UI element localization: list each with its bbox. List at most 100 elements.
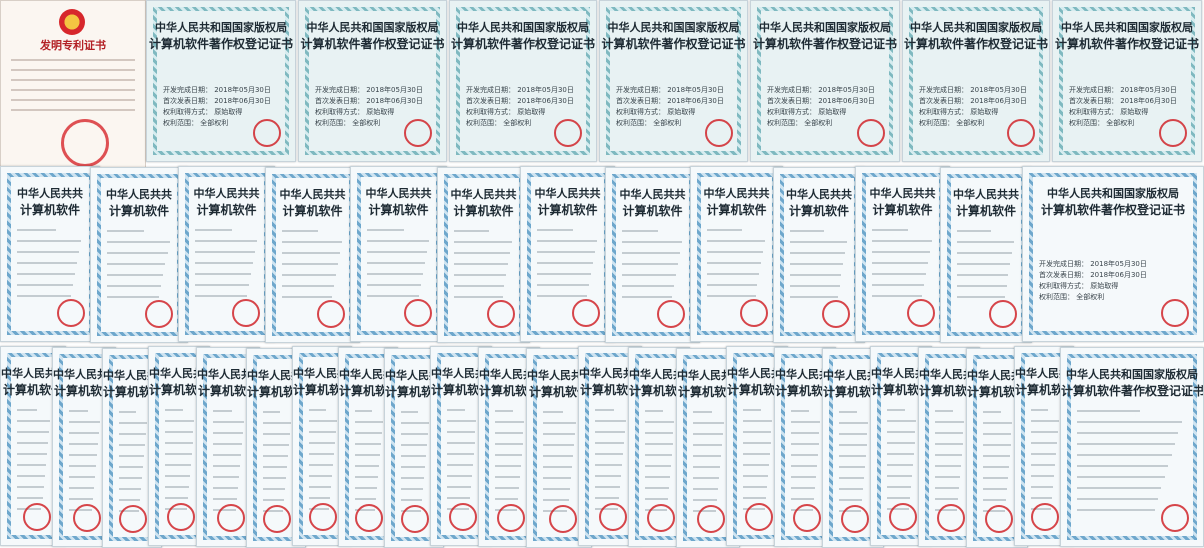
certificate-field: 权利范围： 全部权利	[315, 119, 381, 128]
copyright-certificate: 中华人民共共计算机软件	[690, 166, 783, 342]
certificate-issuer: 中华人民共和国国家版权局	[457, 21, 589, 34]
copyright-certificate: 中华人民共和国国家版权局 计算机软件著作权登记证书 开发完成日期： 2018年05月…	[750, 0, 900, 162]
copyright-certificate: 中华人民共和国国家版权局 计算机软件著作权登记证书开发完成日期： 2018年05月…	[298, 0, 447, 162]
red-seal-icon	[73, 504, 101, 532]
certificate-title: 计算机软件	[788, 204, 849, 218]
copyright-certificate: 中华人民共共计算机软件	[178, 166, 275, 342]
red-seal-icon	[889, 503, 917, 531]
certificate-field: 权利范围： 全部权利	[919, 119, 985, 128]
red-seal-icon	[985, 505, 1013, 533]
certificate-issuer: 中华人民共共	[869, 187, 936, 200]
certificate-field: 首次发表日期： 2018年06月30日	[315, 97, 423, 106]
certificate-field: 开发完成日期： 2018年05月30日	[315, 86, 423, 95]
certificate-field: 权利取得方式： 原始取得	[1039, 281, 1119, 290]
certificate-field: 权利取得方式： 原始取得	[163, 108, 243, 117]
certificate-field: 开发完成日期： 2018年05月30日	[767, 86, 875, 95]
certificate-issuer: 中华人民共和国国家版权局	[1047, 187, 1179, 200]
red-seal-icon	[1159, 119, 1187, 147]
certificate-title: 计算机软件著作权登记证书	[1040, 203, 1185, 217]
certificate-field: 权利范围： 全部权利	[163, 119, 229, 128]
certificate-field: 开发完成日期： 2018年05月30日	[1039, 259, 1147, 268]
certificate-field: 开发完成日期： 2018年05月30日	[163, 86, 271, 95]
red-seal-icon	[554, 119, 582, 147]
patent-title: 发明专利证书	[40, 39, 106, 52]
red-seal-icon	[309, 503, 337, 531]
red-seal-icon	[857, 119, 885, 147]
copyright-certificate: 中华人民共共计算机软件	[773, 167, 865, 343]
copyright-certificate: 中华人民共和国国家版权局 计算机软件著作权登记证书 开发完成日期： 2018年05月…	[1052, 0, 1202, 162]
certificate-title: 计算机软件	[955, 204, 1016, 218]
red-seal-icon	[697, 505, 725, 533]
red-seal-icon	[599, 503, 627, 531]
red-seal-icon	[401, 505, 429, 533]
certificate-field: 开发完成日期： 2018年05月30日	[919, 86, 1027, 95]
certificate-field: 首次发表日期： 2018年06月30日	[1039, 270, 1147, 279]
copyright-certificate: 中华人民共和国国家版权局 计算机软件著作权登记证书开发完成日期： 2018年05月…	[599, 0, 748, 162]
red-seal-icon	[263, 505, 291, 533]
red-seal-icon	[549, 505, 577, 533]
certificate-issuer: 中华人民共共	[534, 187, 601, 200]
red-seal-icon	[23, 503, 51, 531]
red-seal-icon	[57, 299, 85, 327]
certificate-field: 首次发表日期： 2018年06月30日	[466, 97, 574, 106]
red-seal-icon	[937, 504, 965, 532]
certificate-title: 计算机软件著作权登记证书	[450, 37, 595, 51]
national-emblem-icon	[59, 9, 85, 35]
certificate-field: 权利范围： 全部权利	[1069, 119, 1135, 128]
copyright-certificate: 中华人民共共计算机软件	[265, 167, 360, 343]
certificate-issuer: 中华人民共和国国家版权局	[306, 21, 439, 34]
red-seal-icon	[841, 505, 869, 533]
certificate-title: 计算机软件著作权登记证书	[1061, 384, 1204, 398]
certificate-title: 计算机软件	[196, 203, 257, 217]
red-seal-icon	[404, 119, 432, 147]
red-seal-icon	[449, 503, 477, 531]
certificate-title: 计算机软件著作权登记证书	[903, 37, 1048, 51]
certificate-field: 首次发表日期： 2018年06月30日	[767, 97, 875, 106]
certificate-field: 开发完成日期： 2018年05月30日	[1069, 86, 1177, 95]
copyright-certificate: 中华人民共共计算机软件	[520, 166, 615, 342]
certificate-issuer: 中华人民共共	[786, 188, 852, 201]
certificate-issuer: 中华人民共和国国家版权局	[1066, 368, 1198, 381]
copyright-certificate: 中华人民共共计算机软件	[437, 167, 530, 343]
certificate-title: 计算机软件	[706, 203, 767, 217]
red-seal-icon	[793, 504, 821, 532]
red-seal-icon	[317, 300, 345, 328]
certificate-issuer: 中华人民共和国国家版权局	[607, 21, 740, 34]
certificate-title: 计算机软件	[453, 204, 514, 218]
red-seal-icon	[822, 300, 850, 328]
certificate-issuer: 中华人民共共	[450, 188, 517, 201]
copyright-certificate: 中华人民共共计算机软件	[0, 166, 100, 342]
red-seal-icon	[1161, 299, 1189, 327]
certificate-field: 开发完成日期： 2018年05月30日	[616, 86, 724, 95]
certificate-title: 计算机软件著作权登记证书	[601, 37, 746, 51]
certificate-field: 权利取得方式： 原始取得	[466, 108, 546, 117]
red-seal-icon	[705, 119, 733, 147]
certificate-title: 计算机软件	[537, 203, 598, 217]
red-seal-icon	[145, 300, 173, 328]
red-seal-icon	[657, 300, 685, 328]
certificate-issuer: 中华人民共共	[703, 187, 770, 200]
red-seal-icon	[119, 505, 147, 533]
certificate-issuer: 中华人民共和国国家版权局	[759, 21, 891, 34]
certificate-title: 计算机软件	[368, 203, 429, 217]
certificate-title: 计算机软件著作权登记证书	[300, 37, 445, 51]
red-seal-icon	[1031, 503, 1059, 531]
certificate-issuer: 中华人民共和国国家版权局	[155, 21, 287, 34]
certificate-title: 计算机软件	[282, 204, 343, 218]
copyright-certificate: 中华人民共和国国家版权局 计算机软件著作权登记证书开发完成日期： 2018年05月…	[146, 0, 296, 162]
red-seal-icon	[572, 299, 600, 327]
certificate-title: 计算机软件著作权登记证书	[148, 37, 293, 51]
copyright-certificate: 中华人民共共计算机软件	[605, 167, 700, 343]
certificate-issuer: 中华人民共共	[619, 188, 686, 201]
patent-certificate: 发明专利证书	[0, 0, 146, 168]
red-seal-icon	[745, 503, 773, 531]
red-seal-icon	[355, 504, 383, 532]
red-seal-icon	[232, 299, 260, 327]
copyright-certificate: 中华人民共和国国家版权局 计算机软件著作权登记证书开发完成日期： 2018年05月…	[1022, 166, 1204, 342]
red-seal-icon	[253, 119, 281, 147]
certificate-field: 首次发表日期： 2018年06月30日	[163, 97, 271, 106]
copyright-certificate: 中华人民共和国国家版权局 计算机软件著作权登记证书 开发完成日期： 2018年05月…	[449, 0, 597, 162]
copyright-certificate: 中华人民共共计算机软件	[940, 167, 1032, 343]
certificate-title: 计算机软件	[19, 203, 80, 217]
red-seal-icon	[989, 300, 1017, 328]
